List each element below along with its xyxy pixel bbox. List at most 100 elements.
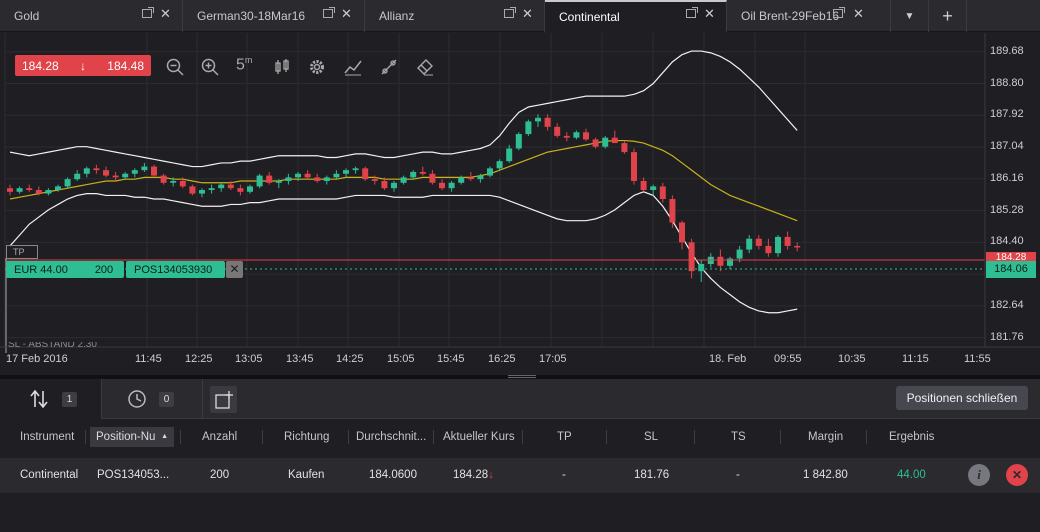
close-position-icon[interactable]: ✕ xyxy=(226,261,243,278)
close-icon[interactable]: ✕ xyxy=(160,7,171,21)
tab-oil-brent[interactable]: Oil Brent-29Feb16 ✕ xyxy=(727,0,891,32)
close-positions-button[interactable]: Positionen schließen xyxy=(896,386,1028,410)
candle-down xyxy=(304,173,311,178)
candle-up xyxy=(448,182,455,189)
candle-up xyxy=(602,137,609,147)
candle-down xyxy=(35,190,42,194)
col-sl[interactable]: SL xyxy=(644,427,658,447)
position-id-tag[interactable]: POS134053930 xyxy=(126,261,225,278)
bid-ask-box[interactable]: 184.28 ↓ 184.48 xyxy=(15,55,151,76)
tab-gold[interactable]: Gold ✕ xyxy=(0,0,183,32)
close-icon[interactable]: ✕ xyxy=(522,7,533,21)
timeframe-icon[interactable]: 5m xyxy=(236,55,254,73)
tab-dropdown-button[interactable]: ▼ xyxy=(891,0,929,32)
zoom-out-icon[interactable] xyxy=(166,58,184,76)
tab-allianz[interactable]: Allianz ✕ xyxy=(365,0,545,32)
col-instrument[interactable]: Instrument xyxy=(20,427,74,447)
tab-german30[interactable]: German30-18Mar16 ✕ xyxy=(183,0,365,32)
indicator-icon[interactable] xyxy=(344,58,362,76)
col-margin[interactable]: Margin xyxy=(808,427,843,447)
tab-positions[interactable]: 1 xyxy=(0,379,102,419)
resize-handle[interactable] xyxy=(508,375,536,378)
tab-label: Continental xyxy=(559,10,620,24)
tab-continental[interactable]: Continental ✕ xyxy=(545,0,727,32)
candle-up xyxy=(45,190,52,194)
chevron-down-icon: ▼ xyxy=(904,10,915,22)
candle-up xyxy=(208,188,215,190)
sl-tag[interactable]: SL - ABSTAND 2.30 xyxy=(8,342,97,348)
candle-up xyxy=(74,173,81,180)
col-position-number[interactable]: Position-Nu ▲ xyxy=(90,427,174,447)
x-tick-label: 11:55 xyxy=(964,353,991,365)
clock-icon xyxy=(128,390,146,408)
candle-up xyxy=(131,170,138,174)
candle-down xyxy=(794,245,801,248)
candle-up xyxy=(352,168,359,171)
candle-up xyxy=(736,249,743,259)
x-tick-label: 17:05 xyxy=(539,353,567,365)
col-result[interactable]: Ergebnis xyxy=(889,427,934,447)
candle-up xyxy=(275,180,282,183)
candle-down xyxy=(371,179,378,181)
table-row[interactable]: Continental POS134053... 200 Kaufen 184.… xyxy=(0,458,1040,493)
candle-up xyxy=(170,180,177,183)
cell-ts: - xyxy=(736,469,740,481)
positions-count-badge: 1 xyxy=(62,391,77,407)
settings-icon[interactable] xyxy=(308,58,326,76)
col-direction[interactable]: Richtung xyxy=(284,427,329,447)
col-current-price[interactable]: Aktueller Kurs xyxy=(443,427,515,447)
arrow-down-icon: ↓ xyxy=(488,469,494,481)
candle-down xyxy=(563,135,570,138)
zoom-in-icon[interactable] xyxy=(201,58,219,76)
col-quantity[interactable]: Anzahl xyxy=(202,427,237,447)
y-tick-label: 189.68 xyxy=(990,44,1024,57)
candle-down xyxy=(439,182,445,189)
popout-icon[interactable] xyxy=(323,7,335,18)
col-tp[interactable]: TP xyxy=(557,427,572,447)
close-icon[interactable]: ✕ xyxy=(853,7,864,21)
candle-down xyxy=(237,188,244,192)
candle-down xyxy=(688,242,695,272)
popout-icon[interactable] xyxy=(686,7,698,18)
add-tab-button[interactable]: + xyxy=(929,0,967,32)
instrument-tab-bar: Gold ✕ German30-18Mar16 ✕ Allianz ✕ Cont… xyxy=(0,0,1040,32)
popout-icon[interactable] xyxy=(833,7,845,18)
eraser-icon[interactable] xyxy=(416,58,434,76)
info-icon[interactable]: i xyxy=(968,464,990,486)
close-icon[interactable]: ✕ xyxy=(341,7,352,21)
y-tick-label: 184.40 xyxy=(990,235,1024,248)
cell-instrument: Continental xyxy=(20,469,79,481)
tab-orders[interactable]: 0 xyxy=(103,379,203,419)
position-quantity-tag[interactable]: 200 xyxy=(84,261,124,278)
positions-panel: 1 0 Positionen schließen Instrument Posi… xyxy=(0,379,1040,532)
popout-icon[interactable] xyxy=(504,7,516,18)
table-header: Instrument Position-Nu ▲ Anzahl Richtung … xyxy=(0,427,1040,447)
drawing-icon[interactable] xyxy=(380,58,398,76)
candle-up xyxy=(400,177,407,183)
price-chart[interactable] xyxy=(0,33,1040,375)
trading-app: Gold ✕ German30-18Mar16 ✕ Allianz ✕ Cont… xyxy=(0,0,1040,532)
candle-icon[interactable] xyxy=(273,58,291,76)
candle-down xyxy=(179,180,186,187)
candle-down xyxy=(266,175,273,183)
candle-down xyxy=(467,177,474,180)
popout-icon[interactable] xyxy=(142,7,154,18)
x-tick-label: 16:25 xyxy=(488,353,516,365)
x-tick-label: 15:05 xyxy=(387,353,415,365)
col-ts[interactable]: TS xyxy=(731,427,746,447)
tp-tag[interactable]: TP xyxy=(6,245,38,259)
x-tick-label: 13:45 xyxy=(286,353,314,365)
candle-up xyxy=(477,175,484,180)
column-separator xyxy=(780,430,781,444)
close-position-button[interactable]: ✕ xyxy=(1006,464,1028,486)
candle-down xyxy=(227,184,234,189)
position-value-tag[interactable]: EUR 44.00 xyxy=(6,261,90,278)
col-average[interactable]: Durchschnit... xyxy=(356,427,426,447)
candle-up xyxy=(525,121,532,135)
x-tick-label: 15:45 xyxy=(437,353,465,365)
candle-up xyxy=(16,188,23,192)
new-order-button[interactable] xyxy=(210,386,237,413)
close-icon[interactable]: ✕ xyxy=(704,7,715,21)
chart-area[interactable]: 184.28 ↓ 184.48 5m TP EUR 44.00 200 POS1… xyxy=(0,33,1040,375)
candle-down xyxy=(784,236,791,246)
